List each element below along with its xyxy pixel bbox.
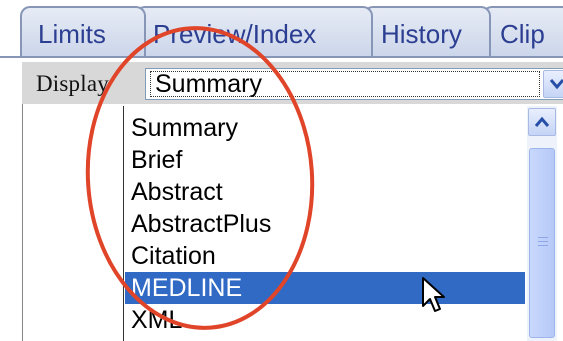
page-left-border (22, 104, 23, 341)
display-select[interactable]: Summary (145, 68, 563, 100)
tab-clipboard[interactable]: Clip (482, 6, 563, 58)
option-abstract[interactable]: Abstract (125, 176, 525, 208)
option-xml[interactable]: XML (125, 304, 525, 336)
scroll-grip-line (538, 241, 548, 242)
mouse-pointer-icon (422, 277, 445, 312)
tab-clipboard-label: Clip (500, 19, 545, 49)
tab-limits-label: Limits (38, 19, 106, 49)
tab-history-label: History (381, 19, 462, 49)
scroll-up-button[interactable] (528, 108, 556, 136)
tab-strip: Clip History Preview/Index Limits (0, 0, 563, 58)
option-citation[interactable]: Citation (125, 240, 525, 272)
option-summary[interactable]: Summary (125, 112, 525, 144)
tab-preview-index[interactable]: Preview/Index (135, 6, 373, 58)
list-scrollbar[interactable] (527, 106, 557, 341)
scroll-thumb[interactable] (529, 148, 555, 338)
option-brief[interactable]: Brief (125, 144, 525, 176)
tab-divider (0, 56, 563, 58)
option-medline[interactable]: MEDLINE (125, 272, 525, 304)
display-options-list[interactable]: Summary Brief Abstract AbstractPlus Cita… (123, 106, 557, 341)
scroll-up-arrow-icon (534, 116, 550, 127)
dropdown-arrow-button[interactable] (543, 70, 563, 98)
tab-preview-index-label: Preview/Index (153, 19, 317, 49)
scroll-grip-line (538, 245, 548, 246)
display-select-value: Summary (155, 70, 262, 98)
option-abstractplus[interactable]: AbstractPlus (125, 208, 525, 240)
scroll-grip-line (538, 237, 548, 238)
chevron-down-icon (549, 79, 563, 90)
tab-limits[interactable]: Limits (20, 6, 146, 58)
tab-history[interactable]: History (363, 6, 491, 58)
display-label: Display (36, 71, 109, 96)
